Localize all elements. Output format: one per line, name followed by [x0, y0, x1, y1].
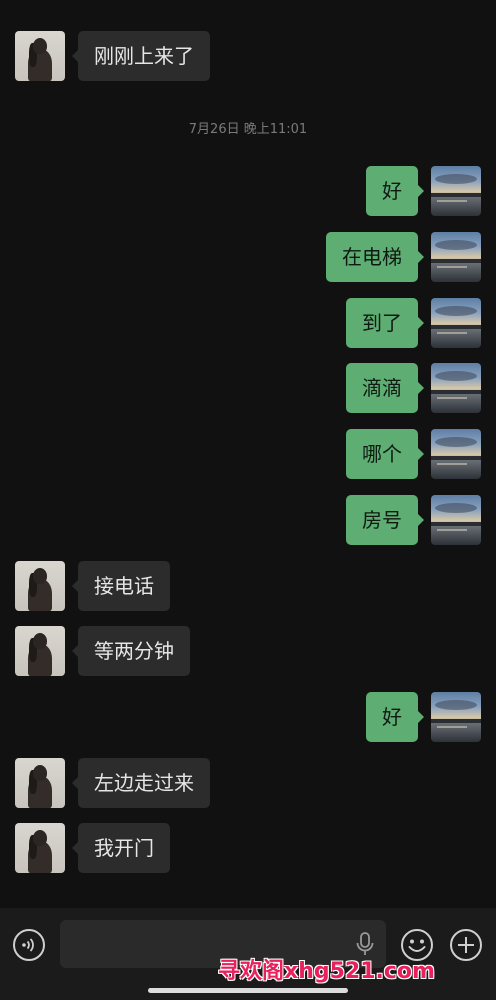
message-bubble-outgoing[interactable]: 哪个 [346, 429, 424, 479]
message-bubble-outgoing[interactable]: 房号 [346, 495, 424, 545]
message-bubble-incoming[interactable]: 接电话 [72, 561, 170, 611]
message-bubble-incoming[interactable]: 我开门 [72, 823, 170, 873]
message-row: 好 [0, 166, 496, 216]
message-bubble-outgoing[interactable]: 好 [366, 166, 424, 216]
message-bubble-incoming[interactable]: 等两分钟 [72, 626, 190, 676]
my-avatar[interactable] [431, 298, 481, 348]
contact-avatar[interactable] [15, 758, 65, 808]
message-bubble-outgoing[interactable]: 滴滴 [346, 363, 424, 413]
my-avatar[interactable] [431, 232, 481, 282]
plus-icon[interactable] [449, 928, 483, 962]
message-row: 接电话 [0, 561, 496, 611]
contact-avatar[interactable] [15, 31, 65, 81]
message-bubble-outgoing[interactable]: 到了 [346, 298, 424, 348]
message-row: 房号 [0, 495, 496, 545]
contact-avatar[interactable] [15, 823, 65, 873]
message-row: 哪个 [0, 429, 496, 479]
message-row: 在电梯 [0, 232, 496, 282]
message-row: 滴滴 [0, 363, 496, 413]
my-avatar[interactable] [431, 429, 481, 479]
message-list[interactable]: 刚刚上来了 7月26日 晚上11:01 好 在电梯 到了 滴滴 哪个 房号 接电… [0, 0, 496, 908]
message-bubble-outgoing[interactable]: 好 [366, 692, 424, 742]
contact-avatar[interactable] [15, 561, 65, 611]
home-indicator[interactable] [148, 988, 348, 993]
watermark-text: 寻欢阁xhg521.com [218, 959, 435, 984]
my-avatar[interactable] [431, 495, 481, 545]
message-timestamp: 7月26日 晚上11:01 [188, 122, 308, 137]
message-row: 到了 [0, 298, 496, 348]
chat-screen: 刚刚上来了 7月26日 晚上11:01 好 在电梯 到了 滴滴 哪个 房号 接电… [0, 0, 496, 1000]
message-row: 左边走过来 [0, 758, 496, 808]
message-row: 等两分钟 [0, 626, 496, 676]
message-bubble-incoming[interactable]: 刚刚上来了 [72, 31, 210, 81]
voice-input-icon[interactable] [13, 929, 45, 961]
contact-avatar[interactable] [15, 626, 65, 676]
message-row: 刚刚上来了 [0, 31, 496, 81]
my-avatar[interactable] [431, 166, 481, 216]
message-bubble-outgoing[interactable]: 在电梯 [326, 232, 424, 282]
my-avatar[interactable] [431, 692, 481, 742]
message-bubble-incoming[interactable]: 左边走过来 [72, 758, 210, 808]
message-row: 我开门 [0, 823, 496, 873]
my-avatar[interactable] [431, 363, 481, 413]
message-row: 好 [0, 692, 496, 742]
